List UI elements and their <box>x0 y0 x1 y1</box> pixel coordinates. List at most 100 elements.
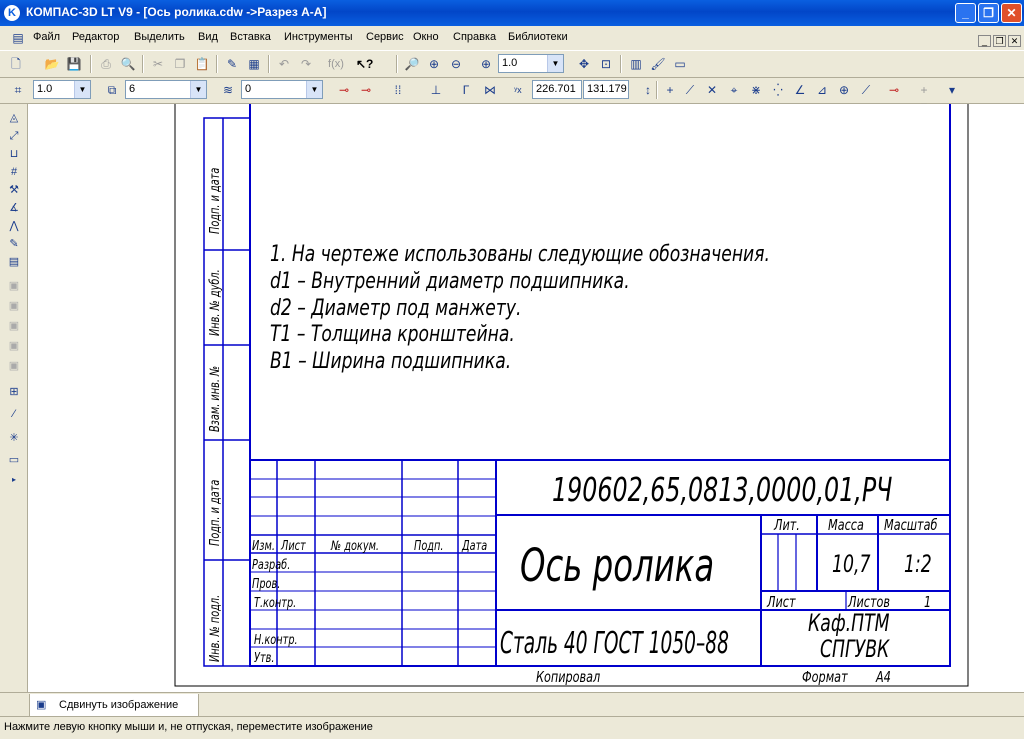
cut-icon[interactable]: ✂ <box>150 56 166 72</box>
print-icon[interactable]: ⎙ <box>98 56 114 72</box>
menu-window[interactable]: Окно <box>413 31 439 43</box>
snap-point-icon[interactable]: ⟋ <box>858 82 874 98</box>
view-disabled-icon-1[interactable]: ▣ <box>6 278 22 294</box>
snap-grid-icon[interactable]: ⁛ <box>770 82 786 98</box>
manager-icon[interactable]: ▦ <box>246 56 262 72</box>
spec-icon[interactable]: ✎ <box>6 236 22 252</box>
geometry-icon[interactable]: ◬ <box>6 110 22 126</box>
save-icon[interactable]: 💾 <box>66 56 82 72</box>
menu-service[interactable]: Сервис <box>366 31 404 43</box>
paste-icon[interactable]: 📋 <box>194 56 210 72</box>
menu-select[interactable]: Выделить <box>134 31 185 43</box>
grid-icon[interactable]: ⁞⁞ <box>390 82 406 98</box>
brush-icon[interactable]: 🖌 <box>650 56 666 72</box>
local-cs-icon[interactable]: ⊥ <box>428 82 444 98</box>
cursor-icon[interactable]: ↕ <box>640 82 656 98</box>
round-icon[interactable]: ⋈ <box>482 82 498 98</box>
menu-insert[interactable]: Вставка <box>230 31 271 43</box>
line-tool-icon[interactable]: ⁄ <box>6 406 22 422</box>
pan-icon[interactable]: ✥ <box>576 56 592 72</box>
fragment-icon[interactable]: ▭ <box>6 452 22 468</box>
snap-toggle-icon[interactable]: ⊸ <box>886 82 902 98</box>
snap-nearest-icon[interactable]: + <box>662 82 678 98</box>
snap-center-icon[interactable]: ⊕ <box>836 82 852 98</box>
menu-tools[interactable]: Инструменты <box>284 31 353 43</box>
open-icon[interactable]: 📂 <box>44 56 60 72</box>
doc-minimize-button[interactable]: _ <box>978 35 991 47</box>
snap-icon[interactable]: ⊸ <box>336 82 352 98</box>
fit-icon[interactable]: ⊡ <box>598 56 614 72</box>
measure-icon[interactable]: ∡ <box>6 200 22 216</box>
minimize-button[interactable]: _ <box>955 3 976 23</box>
expand-icon[interactable]: ▸ <box>6 472 22 488</box>
insert-view-icon[interactable]: ⊞ <box>6 384 22 400</box>
hint-bar: Нажмите левую кнопку мыши и, не отпуская… <box>0 716 1024 739</box>
snap-intersect-icon[interactable]: ✕ <box>704 82 720 98</box>
snap-quadrant-icon[interactable]: ⊿ <box>814 82 830 98</box>
view-disabled-icon-5[interactable]: ▣ <box>6 358 22 374</box>
menu-libraries[interactable]: Библиотеки <box>508 31 568 43</box>
step-combo[interactable]: 1.0 ▼ <box>33 80 91 99</box>
magnet-icon[interactable]: ⊸ <box>358 82 374 98</box>
designation: 190602,65,0813,0000,01,РЧ <box>552 470 892 509</box>
mass-label: Масса <box>828 518 864 535</box>
menu-edit[interactable]: Редактор <box>72 31 119 43</box>
toolbar-overflow-icon[interactable]: ▾ <box>944 82 960 98</box>
parametrization-icon[interactable]: ⚒ <box>6 182 22 198</box>
style-combo[interactable]: 0 ▼ <box>241 80 323 99</box>
menu-file[interactable]: Файл <box>33 31 60 43</box>
help-pointer-icon[interactable]: ↖? <box>356 56 373 72</box>
layer-combo[interactable]: 6 ▼ <box>125 80 207 99</box>
views-icon[interactable]: ▭ <box>672 56 688 72</box>
editing-icon[interactable]: # <box>6 164 22 180</box>
org-line-1: Каф.ПТМ <box>808 609 890 637</box>
layer-icon[interactable]: ⧉ <box>104 82 120 98</box>
drawing-canvas[interactable]: Подп. и дата Инв. № дубл. Взам. инв. № П… <box>28 104 1024 692</box>
view-disabled-icon-3[interactable]: ▣ <box>6 318 22 334</box>
menu-help[interactable]: Справка <box>453 31 496 43</box>
new-icon[interactable]: 🗋 <box>8 56 24 72</box>
hint-text: Нажмите левую кнопку мыши и, не отпуская… <box>4 721 373 733</box>
current-state-toolbar: ⌗ 1.0 ▼ ⧉ 6 ▼ ≋ 0 ▼ ⊸ ⊸ ⁞⁞ ⊥ Г ⋈ ʸx 226.701… <box>0 77 1024 113</box>
properties-icon[interactable]: ✎ <box>224 56 240 72</box>
snap-normal-icon[interactable]: ⋇ <box>748 82 764 98</box>
coord-x-field[interactable]: 226.701 <box>532 80 582 99</box>
doc-restore-button[interactable]: ❐ <box>993 35 1006 47</box>
undo-icon[interactable]: ↶ <box>276 56 292 72</box>
ortho-icon[interactable]: Г <box>458 82 474 98</box>
menu-view[interactable]: Вид <box>198 31 218 43</box>
report-icon[interactable]: ▤ <box>6 254 22 270</box>
zoom-combo[interactable]: 1.0 ▼ <box>498 54 564 73</box>
snap-angle-icon[interactable]: ∠ <box>792 82 808 98</box>
copy-icon[interactable]: ❐ <box>172 56 188 72</box>
formula-icon[interactable]: f(x) <box>328 56 344 72</box>
snap-middle-icon[interactable]: ⟋ <box>682 82 698 98</box>
zoom-out-icon[interactable]: ⊖ <box>448 56 464 72</box>
dimensions-icon[interactable]: ⤢ <box>6 128 22 144</box>
layers-icon[interactable]: ▥ <box>628 56 644 72</box>
snap-tangent-icon[interactable]: ⌖ <box>726 82 742 98</box>
symbols-icon[interactable]: ⊔ <box>6 146 22 162</box>
style-icon[interactable]: ≋ <box>220 82 236 98</box>
restore-button[interactable]: ❐ <box>978 3 999 23</box>
zoom-in-icon[interactable]: ⊕ <box>426 56 442 72</box>
coord-y-field[interactable]: 131.179 <box>583 80 629 99</box>
redo-icon[interactable]: ↷ <box>298 56 314 72</box>
command-tab[interactable]: ▣ Сдвинуть изображение <box>29 694 199 717</box>
format-value: А4 <box>875 670 891 687</box>
note-line-1: 1. На чертеже использованы следующие обо… <box>270 241 770 267</box>
mass-value: 10,7 <box>832 550 871 578</box>
step-icon[interactable]: ⌗ <box>10 82 26 98</box>
close-button[interactable]: ✕ <box>1001 3 1022 23</box>
view-disabled-icon-4[interactable]: ▣ <box>6 338 22 354</box>
document-icon[interactable]: ▤ <box>10 30 26 46</box>
preview-icon[interactable]: 🔍 <box>120 56 136 72</box>
view-disabled-icon-2[interactable]: ▣ <box>6 298 22 314</box>
select-icon[interactable]: ⋀ <box>6 218 22 234</box>
zoom-window-icon[interactable]: 🔎 <box>404 56 420 72</box>
doc-close-button[interactable]: ✕ <box>1008 35 1021 47</box>
axis-tool-icon[interactable]: ✳ <box>6 430 22 446</box>
sheets-value: 1 <box>924 595 931 612</box>
snap-more-icon[interactable]: + ▾ <box>916 82 932 113</box>
zoom-scale-icon[interactable]: ⊕ <box>478 56 494 72</box>
